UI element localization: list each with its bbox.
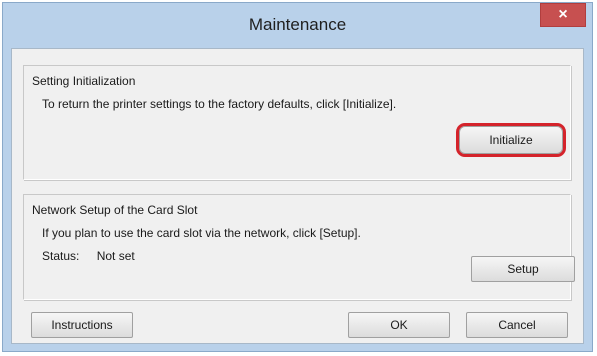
maintenance-dialog: Maintenance × Setting Initialization To … xyxy=(2,2,593,352)
title-bar[interactable]: Maintenance × xyxy=(3,3,592,47)
setting-initialization-group: Setting Initialization To return the pri… xyxy=(23,65,571,180)
network-setup-label: Network Setup of the Card Slot xyxy=(32,203,198,217)
setting-initialization-label: Setting Initialization xyxy=(32,74,136,88)
status-value: Not set xyxy=(96,249,135,263)
setting-initialization-description: To return the printer settings to the fa… xyxy=(42,97,397,111)
initialize-button[interactable]: Initialize xyxy=(456,123,566,157)
network-setup-group: Network Setup of the Card Slot If you pl… xyxy=(23,194,575,300)
ok-button[interactable]: OK xyxy=(348,312,450,338)
dialog-title: Maintenance xyxy=(248,15,347,34)
close-icon: × xyxy=(558,6,568,23)
network-setup-description: If you plan to use the card slot via the… xyxy=(42,226,361,240)
status-label: Status: xyxy=(42,249,80,263)
instructions-button[interactable]: Instructions xyxy=(31,312,133,338)
status-row: Status: Not set xyxy=(42,249,135,263)
close-button[interactable]: × xyxy=(540,3,586,27)
cancel-button[interactable]: Cancel xyxy=(466,312,568,338)
setup-button[interactable]: Setup xyxy=(471,256,575,282)
dialog-content: Setting Initialization To return the pri… xyxy=(11,48,584,344)
